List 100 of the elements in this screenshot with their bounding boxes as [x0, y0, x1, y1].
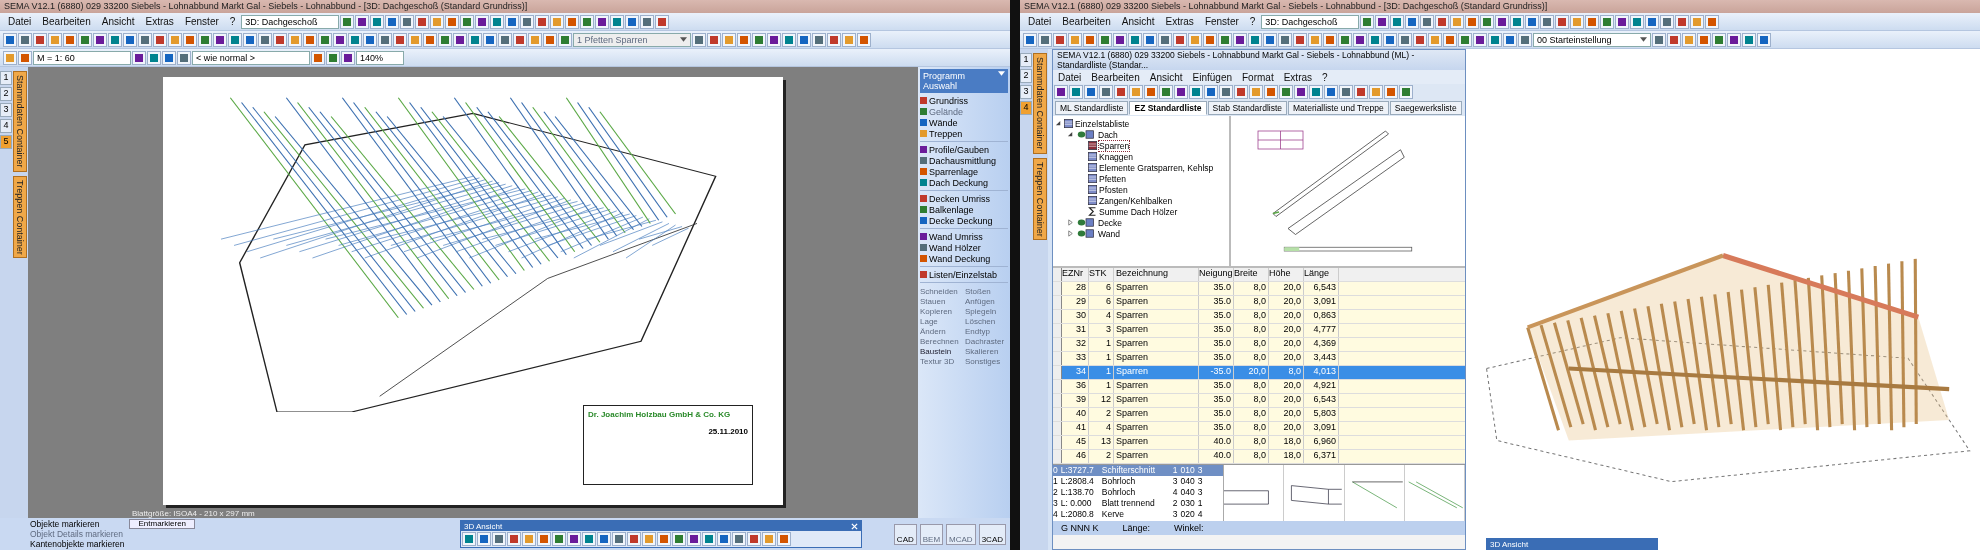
menu-item[interactable]: Datei	[1023, 16, 1057, 27]
toolbar-button[interactable]	[370, 14, 385, 29]
toolbar-button[interactable]	[1383, 32, 1397, 47]
page-number-tab[interactable]: 1	[0, 71, 12, 85]
menu-item[interactable]: ?	[1244, 16, 1261, 27]
toolbar-button[interactable]	[108, 32, 122, 47]
container-tab[interactable]: Treppen Container	[1033, 157, 1047, 241]
toolbar-button[interactable]	[326, 50, 340, 65]
toolbar-button[interactable]	[1114, 85, 1128, 99]
toolbar-button[interactable]	[475, 14, 490, 29]
toolbar-button[interactable]	[1338, 32, 1352, 47]
toolbar-button[interactable]	[1615, 14, 1630, 29]
column-header[interactable]: EZNr	[1062, 268, 1089, 281]
toolbar-button[interactable]	[612, 532, 626, 546]
program-menu-item[interactable]: Treppen	[920, 128, 1008, 139]
toolbar-button[interactable]	[177, 50, 191, 65]
toolbar-button[interactable]	[687, 532, 701, 546]
toolbar-button[interactable]	[1309, 85, 1323, 99]
program-menu-item[interactable]: Dachausmittlung	[920, 155, 1008, 166]
tree-item[interactable]: Sparren	[1099, 140, 1130, 151]
toolbar-button[interactable]	[1675, 14, 1690, 29]
toolbar-button[interactable]	[1488, 32, 1502, 47]
page-number-tab[interactable]: 3	[1020, 85, 1032, 99]
toolbar-button[interactable]	[640, 14, 655, 29]
page-number-tab[interactable]: 2	[1020, 69, 1032, 83]
toolbar-button[interactable]	[1443, 32, 1457, 47]
tree-item[interactable]: Einzelstabliste	[1075, 118, 1130, 129]
program-menu-item[interactable]: Grundriss	[920, 95, 1008, 106]
toolbar-button[interactable]	[198, 32, 212, 47]
tree-item[interactable]: Zangen/Kehlbalken	[1099, 195, 1173, 206]
program-menu-item[interactable]: Dach Deckung	[920, 177, 1008, 188]
toolbar-button[interactable]	[78, 32, 92, 47]
program-menu-item[interactable]: Wand Hölzer	[920, 242, 1008, 253]
menu-item[interactable]: ?	[1317, 71, 1333, 83]
toolbar-button[interactable]	[1294, 85, 1308, 99]
toolbar-button[interactable]	[1585, 14, 1600, 29]
page-number-tab[interactable]: 3	[0, 103, 12, 117]
toolbar-button[interactable]	[1204, 85, 1218, 99]
page-number-tab[interactable]: 1	[1020, 53, 1032, 67]
list-tab[interactable]: ML Standardliste	[1055, 101, 1129, 115]
menu-item[interactable]: Datei	[1053, 71, 1087, 83]
toolbar-button[interactable]	[93, 32, 107, 47]
toolbar-button[interactable]	[1465, 14, 1480, 29]
toolbar-button[interactable]	[348, 32, 362, 47]
tree-item[interactable]: Dach	[1098, 129, 1118, 140]
toolbar-button[interactable]	[1158, 32, 1172, 47]
toolbar-button[interactable]	[1053, 32, 1067, 47]
toolbar-button[interactable]	[123, 32, 137, 47]
column-header[interactable]: Länge	[1304, 268, 1339, 281]
column-header[interactable]: Breite	[1234, 268, 1269, 281]
toolbar-button[interactable]	[400, 14, 415, 29]
toolbar-button[interactable]	[1384, 85, 1398, 99]
toolbar-button[interactable]	[692, 32, 706, 47]
toolbar-button[interactable]	[1144, 85, 1158, 99]
program-menu-item[interactable]: Wand Umriss	[920, 231, 1008, 242]
command-item[interactable]: Baustein	[920, 347, 963, 356]
table-row[interactable]: 30 4 Sparren 35.0 8,0 20,0 0,863	[1053, 310, 1465, 324]
toolbar-button[interactable]	[453, 32, 467, 47]
toolbar-button[interactable]	[1667, 32, 1681, 47]
toolbar-button[interactable]	[1248, 32, 1262, 47]
column-header[interactable]: STK	[1089, 268, 1114, 281]
toolbar-button[interactable]	[1398, 32, 1412, 47]
toolbar-button[interactable]	[1099, 85, 1113, 99]
toolbar-button[interactable]	[552, 532, 566, 546]
tree-item[interactable]: Pfetten	[1099, 173, 1126, 184]
toolbar-button[interactable]	[18, 50, 32, 65]
toolbar-button[interactable]	[752, 32, 766, 47]
program-menu-item[interactable]: Sparrenlage	[920, 166, 1008, 177]
toolbar-button[interactable]	[543, 32, 557, 47]
tree-item[interactable]: Wand	[1098, 228, 1120, 239]
toolbar-button[interactable]	[1757, 32, 1771, 47]
toolbar-button[interactable]	[597, 532, 611, 546]
table-row[interactable]: 32 1 Sparren 35.0 8,0 20,0 4,369	[1053, 338, 1465, 352]
toolbar-button[interactable]	[1399, 85, 1413, 99]
toolbar-button[interactable]	[1705, 14, 1720, 29]
toolbar-button[interactable]	[1645, 14, 1660, 29]
toolbar-button[interactable]	[625, 14, 640, 29]
toolbar-button[interactable]	[610, 14, 625, 29]
toolbar-button[interactable]	[445, 14, 460, 29]
detail-row[interactable]: 3 L: 0.000 Blatt trennend 2 030 1	[1053, 498, 1223, 509]
toolbar-button[interactable]	[513, 32, 527, 47]
toolbar-button[interactable]	[138, 32, 152, 47]
toolbar-button[interactable]	[498, 32, 512, 47]
column-header[interactable]: Bezeichnung	[1114, 268, 1199, 281]
preset-dropdown[interactable]: 00 Starteinstellung	[1533, 32, 1651, 47]
toolbar-button[interactable]	[340, 14, 355, 29]
table-row[interactable]: 28 6 Sparren 35.0 8,0 20,0 6,543	[1053, 282, 1465, 296]
toolbar-button[interactable]	[63, 32, 77, 47]
toolbar-button[interactable]	[827, 32, 841, 47]
toolbar-button[interactable]	[273, 32, 287, 47]
collapse-arrow-icon[interactable]	[1055, 120, 1062, 127]
toolbar-button[interactable]	[1727, 32, 1741, 47]
toolbar-button[interactable]	[1473, 32, 1487, 47]
toolbar-button[interactable]	[378, 32, 392, 47]
tree-item[interactable]: Pfosten	[1099, 184, 1128, 195]
program-menu-item[interactable]: Wand Deckung	[920, 253, 1008, 264]
menu-item[interactable]: Bearbeiten	[1057, 16, 1116, 27]
toolbar-button[interactable]	[213, 32, 227, 47]
toolbar-button[interactable]	[1510, 14, 1525, 29]
toolbar-button[interactable]	[258, 32, 272, 47]
